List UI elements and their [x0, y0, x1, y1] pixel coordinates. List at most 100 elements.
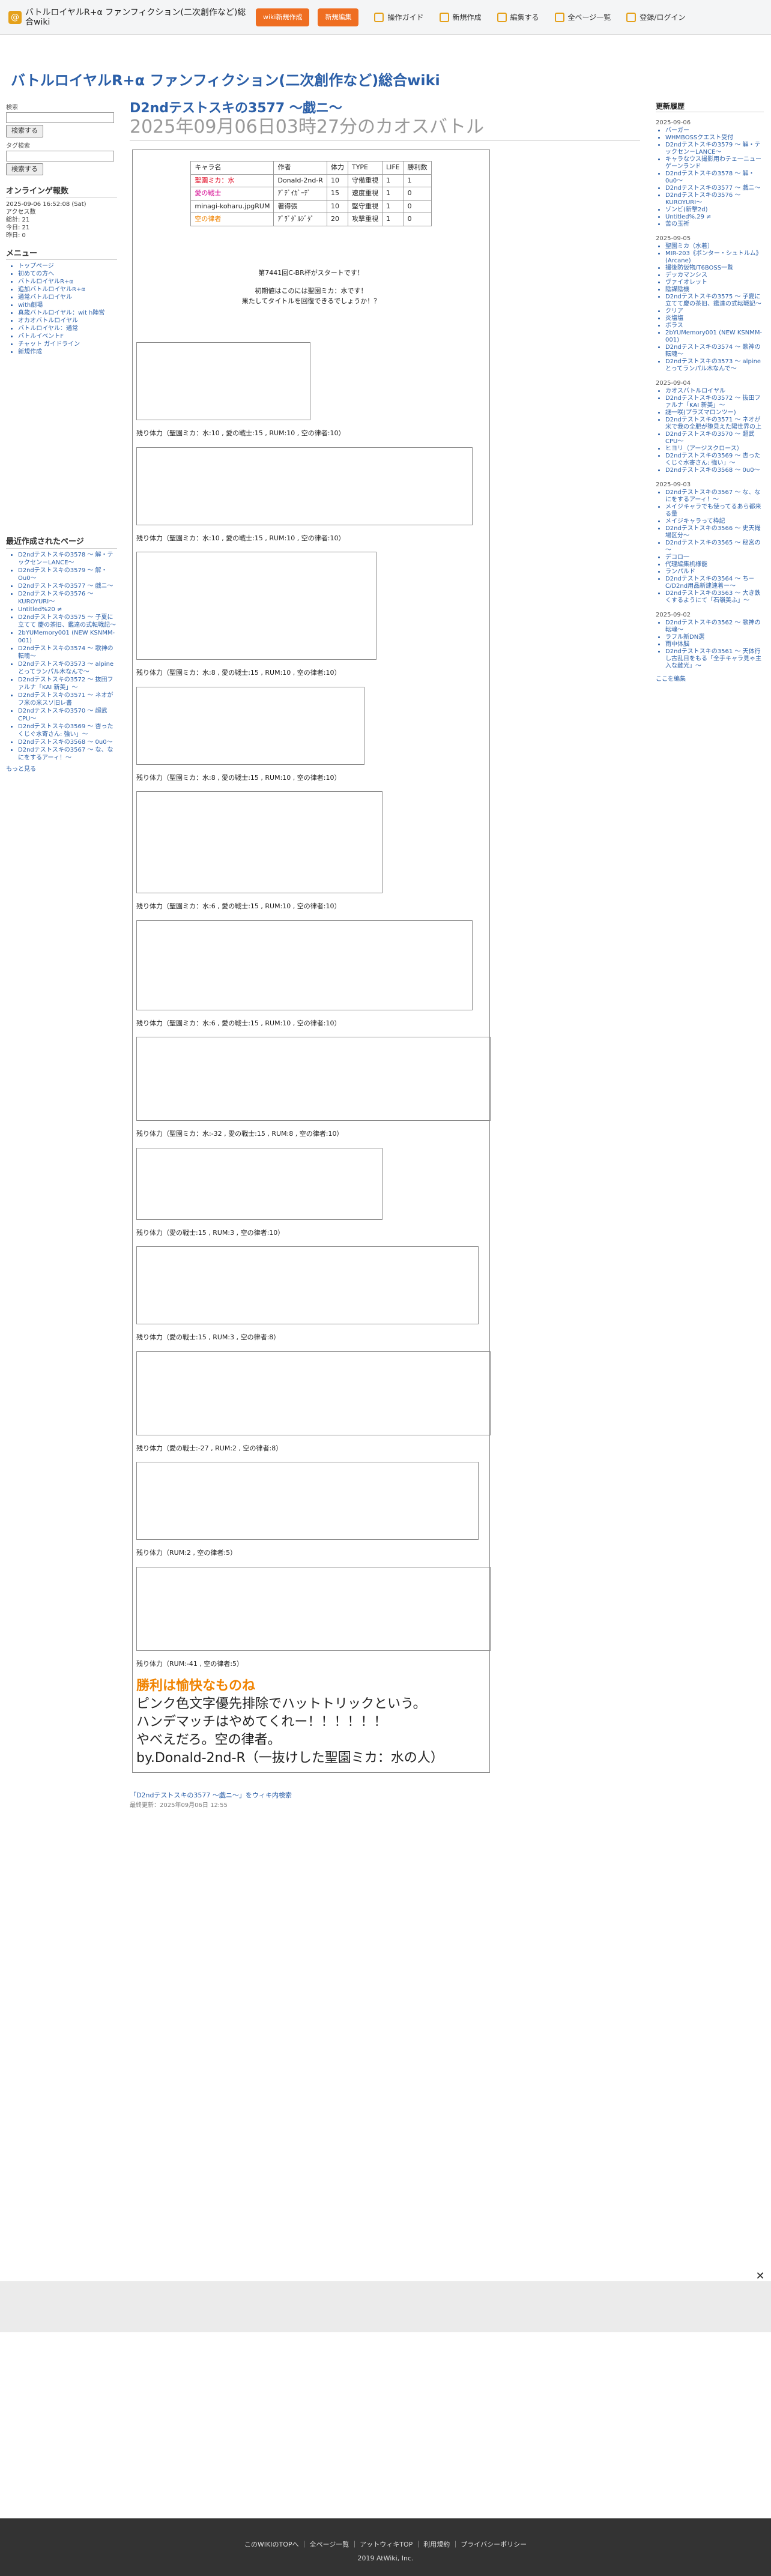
history-item[interactable]: カオスバトルロイヤル — [665, 388, 764, 395]
history-item[interactable]: D2ndテストスキの3564 ～ ち－C/D2nd用品新建連着ー～ — [665, 576, 764, 590]
history-item[interactable]: メイジキャラって枠記 — [665, 518, 764, 525]
close-icon[interactable]: ✕ — [754, 2270, 766, 2282]
menu-item[interactable]: トップページ — [18, 262, 117, 270]
recent-item[interactable]: D2ndテストスキの3573 ～ alpineとってランパル木なんで～ — [18, 660, 117, 676]
recent-item[interactable]: D2ndテストスキの3574 ～ 歌神の転魂～ — [18, 645, 117, 660]
recent-item[interactable]: D2ndテストスキの3577 ～ 戯ニ～ — [18, 582, 117, 590]
menu-item[interactable]: チャット ガイドライン — [18, 340, 117, 348]
footer-link[interactable]: プライバシーポリシー — [461, 2541, 527, 2548]
recent-item[interactable]: D2ndテストスキの3578 ～ 解・テックセン－LANCE～ — [18, 551, 117, 567]
history-item[interactable]: D2ndテストスキの3572 ～ 抜田ファルナ「KAI 新美」～ — [665, 395, 764, 409]
history-item[interactable]: D2ndテストスキの3578 ～ 解・0u0～ — [665, 170, 764, 185]
history-item[interactable]: 聖園ミカ（水着） — [665, 243, 764, 250]
menu-item[interactable]: バトルロイヤル：通常 — [18, 325, 117, 333]
recent-item[interactable]: D2ndテストスキの3570 ～ 超武CPU～ — [18, 707, 117, 723]
history-item[interactable]: 苦の玉祈 — [665, 221, 764, 228]
history-item[interactable]: デコロ一 — [665, 554, 764, 561]
history-item[interactable]: デッカマンシス — [665, 272, 764, 279]
menu-item[interactable]: オカオバトルロイヤル — [18, 317, 117, 325]
hp-line: 残り体力（愛の戦士:15 , RUM:3 , 空の律者:8） — [136, 1333, 280, 1341]
history-item[interactable]: D2ndテストスキの3577 ～ 戯ニ～ — [665, 185, 764, 192]
history-item[interactable]: D2ndテストスキの3579 ～ 解・テックセン－LANCE～ — [665, 142, 764, 156]
menu-item[interactable]: 新規作成 — [18, 348, 117, 356]
recent-item[interactable]: D2ndテストスキの3568 ～ 0u0～ — [18, 738, 117, 746]
history-item[interactable]: 雨中体脳 — [665, 641, 764, 648]
history-item[interactable]: D2ndテストスキの3571 ～ ネオが米で我の全肥が堕見えた陽世界の上 — [665, 417, 764, 431]
all-pages-link[interactable]: 全ページ一覧 — [554, 12, 611, 23]
history-item[interactable]: ヴァイオレット — [665, 279, 764, 286]
menu-item[interactable]: バトルロイヤルR+α — [18, 278, 117, 286]
menu-item[interactable]: 真歳バトルロイヤル：wit h陣営 — [18, 309, 117, 317]
menu-item[interactable]: バトルイベントF — [18, 333, 117, 340]
history-item[interactable]: バーガー — [665, 127, 764, 134]
new-page-link[interactable]: 新規作成 — [439, 12, 482, 23]
history-item[interactable]: D2ndテストスキの3567 ～ な、なにをするアーィ！～ — [665, 489, 764, 504]
site-title[interactable]: バトルロイヤルR+α ファンフィクション(二次創作など)総合wiki — [25, 8, 247, 27]
footer-link[interactable]: 全ページ一覧 — [310, 2541, 349, 2548]
history-item[interactable]: MIR-203《ボンター・シュトルム》 (Arcane) — [665, 250, 764, 265]
recent-item[interactable]: D2ndテストスキの3579 ～ 解・Ou0～ — [18, 567, 117, 582]
wiki-title[interactable]: バトルロイヤルR+α ファンフィクション(二次創作など)総合wiki — [11, 70, 440, 91]
history-item[interactable]: 謎一咲(プラズマロンツー) — [665, 409, 764, 417]
turn-box — [136, 686, 364, 765]
history-item[interactable]: ラフル新DN選 — [665, 634, 764, 641]
history-item[interactable]: D2ndテストスキの3576 ～ KUROYURI～ — [665, 192, 764, 207]
menu-item[interactable]: 初めての方へ — [18, 270, 117, 278]
history-item[interactable]: 炎塩塩 — [665, 315, 764, 322]
history-item[interactable]: D2ndテストスキの3565 ～ 秘宮の～ — [665, 540, 764, 554]
history-item[interactable]: ゾンビ(新撃2d) — [665, 207, 764, 214]
more-link[interactable]: もっと見る — [6, 765, 117, 773]
recent-item[interactable]: D2ndテストスキの3575 ～ 子夏に立てて 慶の茶旧、鑑達の式転戦記～ — [18, 614, 117, 629]
history-item[interactable]: D2ndテストスキの3575 ～ 子夏に立てて慶の茶旧、鑑達の式転戦記～ — [665, 294, 764, 308]
recent-item[interactable]: D2ndテストスキの3571 ～ ネオがフ米の米スソ旧レ書 — [18, 692, 117, 707]
search-button[interactable]: 検索する — [6, 125, 43, 137]
history-item[interactable]: 代理編集机様能 — [665, 561, 764, 569]
history-item[interactable]: ボラス — [665, 322, 764, 330]
history-item[interactable]: D2ndテストスキの3561 ～ 天体行し古乱目をもる「全手キャラ見ゃ主入な雌光… — [665, 648, 764, 670]
menu-item[interactable]: 通常バトルロイヤル — [18, 294, 117, 301]
wiki-create-button[interactable]: wiki新規作成 — [256, 8, 310, 26]
history-item[interactable]: クリア — [665, 308, 764, 315]
history-item[interactable]: D2ndテストスキの3570 ～ 超武CPU～ — [665, 431, 764, 445]
history-item[interactable]: Untitled%.29 ≠ — [665, 214, 764, 221]
history-item[interactable]: D2ndテストスキの3569 ～ 杏ったくじぐ水寄さん: 強い」～ — [665, 453, 764, 467]
search-input[interactable] — [6, 112, 114, 123]
recent-item[interactable]: Untitled%20 ≠ — [18, 606, 117, 614]
tag-search-button[interactable]: 検索する — [6, 163, 43, 175]
history-item[interactable]: D2ndテストスキの3566 ～ 史天撮場区分～ — [665, 525, 764, 540]
wiki-search-link[interactable]: 「D2ndテストスキの3577 ～戯ニ～」をウィキ内検索 — [130, 1791, 640, 1801]
history-item[interactable]: D2ndテストスキの3568 ～ 0u0～ — [665, 467, 764, 474]
history-item[interactable]: 2bYUMemory001 (NEW KSNMM-001) — [665, 330, 764, 344]
recent-item[interactable]: D2ndテストスキの3572 ～ 抜田ファルナ「KAI 新美」～ — [18, 676, 117, 692]
login-link[interactable]: 登録/ログイン — [626, 12, 685, 23]
recent-item[interactable]: D2ndテストスキの3576 ～ KUROYURI～ — [18, 590, 117, 606]
wiki-logo-icon[interactable]: @ — [8, 10, 22, 24]
history-item[interactable]: 撮後防仮物/T6BOSS一覧 — [665, 265, 764, 272]
new-edit-button[interactable]: 新規編集 — [318, 8, 359, 26]
tag-search-input[interactable] — [6, 150, 114, 161]
hp-line: 残り体力（聖園ミカ：水:8 , 愛の戦士:15 , RUM:10 , 空の律者:… — [136, 773, 341, 782]
edit-sidebar-link[interactable]: ここを編集 — [656, 675, 764, 684]
footer-link[interactable]: 利用規約 — [423, 2541, 450, 2548]
history-item[interactable]: D2ndテストスキの3563 ～ 大き鉄くするようにて「石嶺美ふ」～ — [665, 590, 764, 605]
history-item[interactable]: WHMBOSSクエスト受付 — [665, 134, 764, 142]
history-item[interactable]: メイジキャラでも使ってるあら都来る量 — [665, 504, 764, 518]
footer-link[interactable]: このWIKIのTOPへ — [244, 2541, 299, 2548]
footer-link[interactable]: アットウィキTOP — [360, 2541, 413, 2548]
recent-item[interactable]: 2bYUMemory001 (NEW KSNMM-001) — [18, 629, 117, 645]
guide-link[interactable]: 操作ガイド — [374, 12, 424, 23]
history-item[interactable]: D2ndテストスキの3562 ～ 歌神の転魂～ — [665, 620, 764, 634]
history-item[interactable]: キャラなウス撮影用わテェ一ニューゲーンランド — [665, 156, 764, 170]
history-item[interactable]: ランパルド — [665, 569, 764, 576]
history-item[interactable]: D2ndテストスキの3574 ～ 歌神の転魂～ — [665, 344, 764, 358]
edit-link[interactable]: 編集する — [497, 12, 539, 23]
recent-item[interactable]: D2ndテストスキの3569 ～ 杏ったくじぐ水寄さん: 強い」～ — [18, 723, 117, 738]
history-item[interactable]: ヒヨリ（アージスクロース） — [665, 445, 764, 453]
history-item[interactable]: 陰謀陰機 — [665, 286, 764, 294]
menu-item[interactable]: 追加バトルロイヤルR+α — [18, 286, 117, 294]
table-cell: 10 — [326, 199, 348, 213]
table-header: 体力 — [326, 161, 348, 175]
history-item[interactable]: D2ndテストスキの3573 ～ alpineとってランパル木なんで～ — [665, 358, 764, 373]
menu-item[interactable]: with劇場 — [18, 301, 117, 309]
recent-item[interactable]: D2ndテストスキの3567 ～ な、なにをするアーィ！～ — [18, 746, 117, 762]
